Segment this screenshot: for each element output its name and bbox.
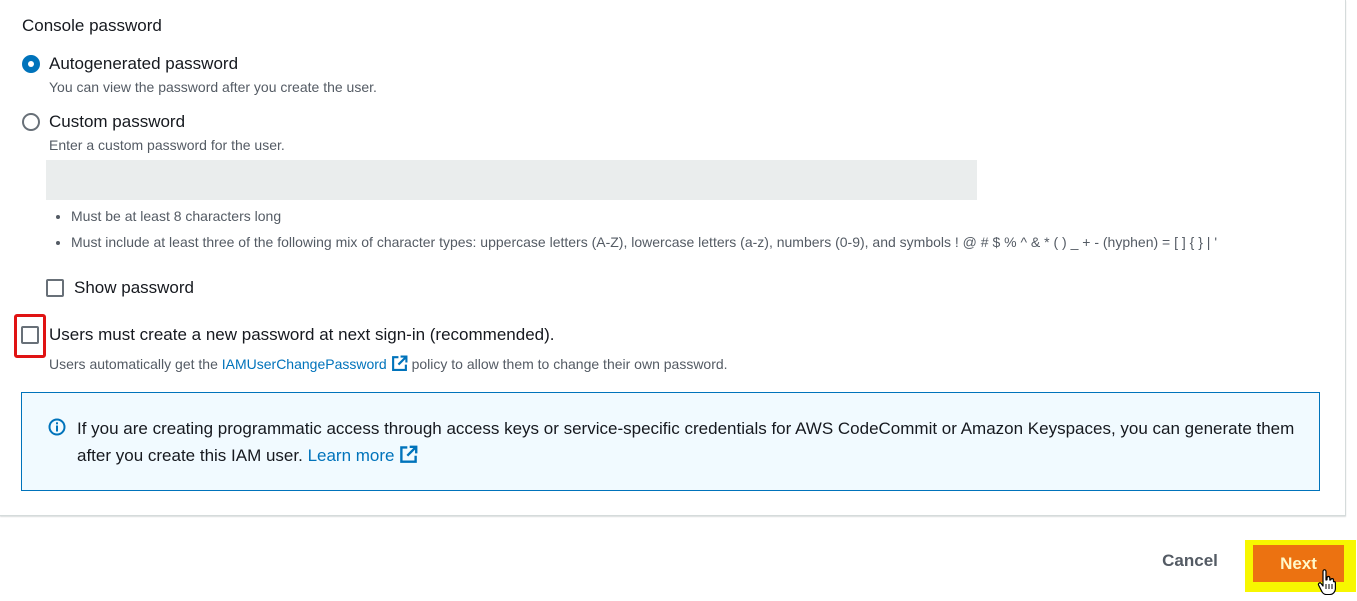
require-reset-desc-before: Users automatically get the <box>49 356 218 372</box>
autogenerated-password-label[interactable]: Autogenerated password <box>49 54 238 74</box>
learn-more-link[interactable]: Learn more <box>308 445 418 465</box>
custom-password-input[interactable] <box>46 160 977 200</box>
hand-pointer-cursor-icon <box>1317 569 1337 600</box>
info-icon <box>48 418 66 441</box>
autogenerated-password-description: You can view the password after you crea… <box>49 79 377 95</box>
require-password-reset-description: Users automatically get the IAMUserChang… <box>49 355 728 375</box>
password-rules-list: Must be at least 8 characters long Must … <box>57 206 1316 258</box>
info-text: If you are creating programmatic access … <box>77 415 1307 472</box>
custom-password-label[interactable]: Custom password <box>49 112 185 132</box>
annotation-highlight-yellow: Next <box>1245 540 1356 592</box>
info-message: If you are creating programmatic access … <box>77 419 1295 465</box>
iam-user-change-password-link[interactable]: IAMUserChangePassword <box>222 355 408 375</box>
console-password-panel: Console password Autogenerated password … <box>0 0 1346 516</box>
require-password-reset-label[interactable]: Users must create a new password at next… <box>49 325 554 345</box>
password-rule: Must include at least three of the follo… <box>71 232 1316 252</box>
show-password-label[interactable]: Show password <box>74 278 194 298</box>
autogenerated-password-radio[interactable] <box>22 55 40 73</box>
custom-password-description: Enter a custom password for the user. <box>49 137 285 153</box>
cancel-button[interactable]: Cancel <box>1150 545 1230 577</box>
section-title: Console password <box>22 16 162 35</box>
external-link-icon <box>391 355 408 375</box>
show-password-checkbox[interactable] <box>46 279 64 297</box>
external-link-icon <box>399 445 418 472</box>
custom-password-radio[interactable] <box>22 113 40 131</box>
require-password-reset-checkbox[interactable] <box>21 326 39 344</box>
require-reset-desc-after: policy to allow them to change their own… <box>411 356 728 372</box>
info-alert: If you are creating programmatic access … <box>21 392 1320 491</box>
password-rule: Must be at least 8 characters long <box>71 206 1316 226</box>
